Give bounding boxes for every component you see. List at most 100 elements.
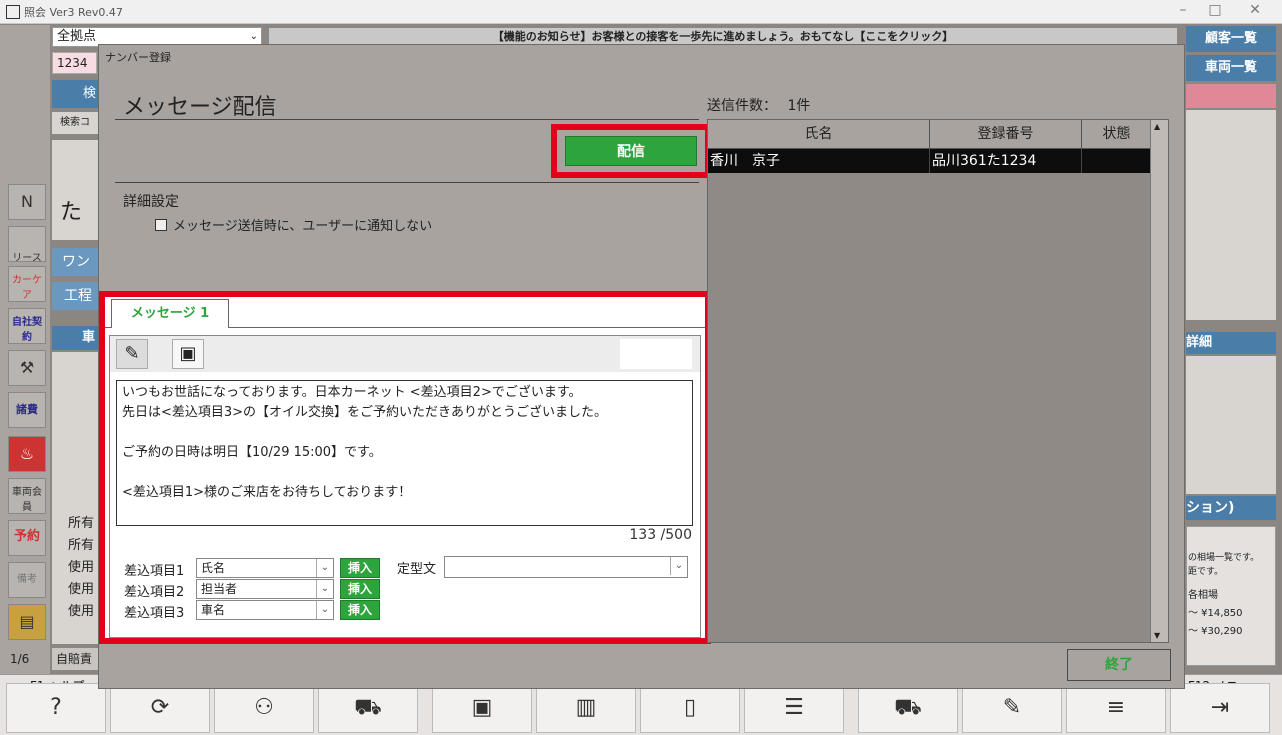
window-title: 照会 Ver3 Rev0.47 bbox=[24, 6, 123, 19]
scroll-down-icon[interactable]: ▼ bbox=[1154, 631, 1160, 640]
bg-label: 距です。 bbox=[1188, 567, 1224, 577]
bg-label: 工程 bbox=[52, 282, 98, 310]
char-counter: 133 /500 bbox=[629, 527, 692, 543]
row-status bbox=[1082, 149, 1152, 173]
car-person-icon[interactable]: ⛟ bbox=[858, 683, 958, 733]
chevron-down-icon: ⌄ bbox=[316, 601, 333, 619]
table-header: 氏名 登録番号 状態 bbox=[708, 120, 1152, 149]
col-number-header[interactable]: 登録番号 bbox=[930, 120, 1082, 148]
bg-label: 検 bbox=[52, 80, 98, 108]
send-count: 送信件数： 1件 bbox=[707, 95, 810, 115]
memo-icon[interactable]: 備考 bbox=[8, 562, 46, 598]
insert-field-3-button[interactable]: 挿入 bbox=[340, 600, 380, 620]
question-icon[interactable]: ? bbox=[6, 683, 106, 733]
bg-label: 所有 bbox=[68, 538, 95, 553]
notify-option-label: メッセージ送信時に、ユーザーに通知しない bbox=[173, 219, 433, 234]
col-status-header[interactable]: 状態 bbox=[1082, 120, 1152, 148]
own-contract-icon[interactable]: 自社契約 bbox=[8, 308, 46, 344]
chevron-down-icon: ⌄ bbox=[316, 580, 333, 598]
notify-checkbox[interactable] bbox=[155, 219, 167, 231]
vehicle-member-icon[interactable]: 車両会員 bbox=[8, 478, 46, 514]
bg-right-panel bbox=[1186, 356, 1276, 494]
bg-label: 使用 bbox=[68, 604, 95, 619]
lease-icon[interactable]: リース bbox=[8, 226, 46, 264]
close-button[interactable]: 終了 bbox=[1067, 649, 1171, 681]
bg-label: 自賠責 bbox=[52, 648, 98, 670]
field-3-select[interactable]: 車名 ⌄ bbox=[196, 600, 334, 620]
message-body-textarea[interactable]: いつもお世話になっております。日本カーネット <差込項目2>でございます。 先日… bbox=[116, 380, 693, 526]
book-icon[interactable]: ▯ bbox=[640, 683, 740, 733]
clipboard-icon[interactable]: ☰ bbox=[744, 683, 844, 733]
window-titlebar: 照会 Ver3 Rev0.47 – □ ✕ bbox=[0, 0, 1282, 24]
bg-label: ワン bbox=[52, 248, 98, 276]
tab-message-1[interactable]: メッセージ 1 bbox=[111, 299, 229, 328]
message-dialog: ナンバー登録 メッセージ配信 配信 詳細設定 メッセージ送信時に、ユーザーに通知… bbox=[98, 44, 1185, 689]
wrench-icon[interactable]: ⚒ bbox=[8, 350, 46, 386]
template-label: 定型文 bbox=[397, 562, 437, 577]
maximize-icon[interactable]: □ bbox=[1200, 2, 1230, 18]
field-3-label: 差込項目3 bbox=[124, 606, 185, 621]
app-icon bbox=[6, 5, 20, 19]
text-edit-icon[interactable]: ✎ bbox=[116, 339, 148, 369]
oil-icon[interactable]: ♨ bbox=[8, 436, 46, 472]
table-row[interactable]: 香川 京子 品川361た1234 bbox=[708, 149, 1152, 173]
cards-icon[interactable]: ▥ bbox=[536, 683, 636, 733]
send-count-value: 1件 bbox=[787, 98, 811, 114]
bg-right-panel bbox=[1186, 110, 1276, 320]
message-editor: ✎ ▣ いつもお世話になっております。日本カーネット <差込項目2>でございます… bbox=[109, 335, 701, 638]
field-2-select[interactable]: 担当者 ⌄ bbox=[196, 579, 334, 599]
insert-field-1-button[interactable]: 挿入 bbox=[340, 558, 380, 578]
insert-field-2-button[interactable]: 挿入 bbox=[340, 579, 380, 599]
bg-label: 車 bbox=[52, 326, 98, 350]
bg-label: ～ ¥14,850 bbox=[1188, 608, 1243, 619]
bg-label: の相場一覧です。 bbox=[1188, 553, 1260, 563]
store-code-field[interactable]: 1234 bbox=[52, 52, 97, 74]
message-tabbar: メッセージ 1 bbox=[105, 297, 705, 328]
dialog-title: ナンバー登録 bbox=[105, 51, 171, 64]
divider bbox=[115, 119, 699, 120]
col-name-header[interactable]: 氏名 bbox=[708, 120, 930, 148]
list-icon[interactable]: ≡ bbox=[1066, 683, 1166, 733]
minimize-icon[interactable]: – bbox=[1168, 2, 1198, 18]
field-2-label: 差込項目2 bbox=[124, 585, 185, 600]
dialog-heading: メッセージ配信 bbox=[123, 95, 277, 120]
field-1-select[interactable]: 氏名 ⌄ bbox=[196, 558, 334, 578]
chevron-down-icon: ⌄ bbox=[670, 557, 687, 575]
template-select[interactable]: ⌄ bbox=[444, 556, 688, 578]
editor-toolbar: ✎ ▣ bbox=[110, 336, 700, 372]
sync-icon[interactable]: ⟳ bbox=[110, 683, 210, 733]
table-scrollbar[interactable]: ▲ ▼ bbox=[1150, 120, 1168, 642]
notify-option[interactable]: メッセージ送信時に、ユーザーに通知しない bbox=[155, 215, 432, 234]
document-edit-icon[interactable]: ✎ bbox=[962, 683, 1062, 733]
car-icon[interactable]: ⛟ bbox=[318, 683, 418, 733]
field-1-label: 差込項目1 bbox=[124, 564, 185, 579]
users-icon[interactable]: ⚇ bbox=[214, 683, 314, 733]
row-number: 品川361た1234 bbox=[930, 149, 1082, 173]
row-name: 香川 京子 bbox=[708, 149, 930, 173]
send-count-label: 送信件数： bbox=[707, 98, 777, 114]
scroll-up-icon[interactable]: ▲ bbox=[1154, 122, 1160, 131]
message-editor-highlight: メッセージ 1 ✎ ▣ いつもお世話になっております。日本カーネット <差込項目… bbox=[99, 291, 711, 644]
folder-icon[interactable]: ▤ bbox=[8, 604, 46, 640]
customer-list-button[interactable]: 顧客一覧 bbox=[1186, 26, 1276, 52]
bg-label: た bbox=[52, 140, 98, 240]
fees-icon[interactable]: 諸費 bbox=[8, 392, 46, 428]
send-button[interactable]: 配信 bbox=[565, 136, 697, 166]
send-button-highlight: 配信 bbox=[551, 124, 711, 178]
toolbar-blank bbox=[620, 339, 692, 369]
detail-settings-label: 詳細設定 bbox=[123, 194, 179, 210]
recipient-table: 氏名 登録番号 状態 香川 京子 品川361た1234 ▲ ▼ bbox=[707, 119, 1169, 643]
image-icon[interactable]: ▣ bbox=[172, 339, 204, 369]
nox-icon[interactable]: N bbox=[8, 184, 46, 220]
portrait-icon[interactable]: ▣ bbox=[432, 683, 532, 733]
close-window-icon[interactable]: ✕ bbox=[1240, 2, 1270, 18]
carcare-icon[interactable]: カーケア bbox=[8, 266, 46, 302]
bg-label: 所有 bbox=[68, 516, 95, 531]
bg-label: 検索コ bbox=[52, 112, 98, 134]
reservation-icon[interactable]: 予約 bbox=[8, 520, 46, 556]
vehicle-list-button[interactable]: 車両一覧 bbox=[1186, 55, 1276, 81]
bg-label: ～ ¥30,290 bbox=[1188, 626, 1243, 637]
bg-label: 使用 bbox=[68, 582, 95, 597]
bg-label: 使用 bbox=[68, 560, 95, 575]
exit-icon[interactable]: ⇥ bbox=[1170, 683, 1270, 733]
